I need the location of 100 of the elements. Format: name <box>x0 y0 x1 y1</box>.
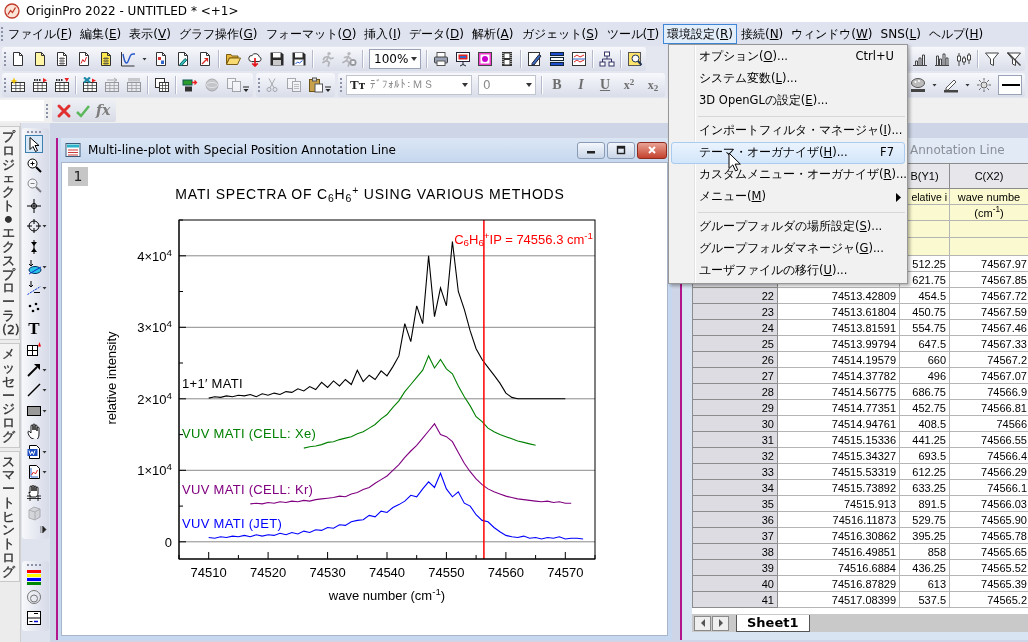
column-header[interactable]: C(X2) <box>949 163 1028 189</box>
word-page-icon[interactable] <box>26 443 42 460</box>
plot-add-icon[interactable] <box>182 77 198 93</box>
sun-icon[interactable] <box>976 77 992 93</box>
hierarchy-icon[interactable] <box>599 51 615 67</box>
floating-bars-icon[interactable] <box>956 51 972 67</box>
scroll-right-button[interactable] <box>712 615 729 631</box>
minimize-button[interactable] <box>577 141 605 159</box>
menu-item[interactable]: グラフ操作(G) <box>174 23 262 45</box>
pen-icon[interactable] <box>943 77 959 93</box>
line-chart-page-icon[interactable] <box>571 51 587 67</box>
sheet-tab[interactable]: Sheet1 <box>736 614 810 632</box>
curve-icon[interactable] <box>120 51 136 67</box>
menu-item[interactable]: グループフォルダの場所設定(S)... <box>671 216 905 238</box>
graph-doc-icon[interactable] <box>26 464 42 481</box>
line-icon[interactable] <box>26 382 42 399</box>
menu-item[interactable]: 編集(E) <box>76 23 126 45</box>
add-column-icon[interactable] <box>10 77 26 93</box>
menu-item[interactable]: 3D OpenGLの設定(E)... <box>671 90 905 112</box>
table-cell: 647.5 <box>899 335 950 352</box>
label-box-icon[interactable] <box>26 609 42 626</box>
stacked-bars-icon[interactable] <box>549 51 565 67</box>
new-page-icon[interactable] <box>10 51 26 67</box>
menu-item[interactable]: 表示(V) <box>125 23 175 45</box>
grid-cross-icon[interactable] <box>82 77 98 93</box>
save-graph-icon[interactable] <box>291 51 307 67</box>
grip-icon[interactable] <box>3 76 7 94</box>
film-strip-icon[interactable] <box>499 51 515 67</box>
grip-icon[interactable] <box>339 76 343 94</box>
clipboard-icon[interactable] <box>308 77 324 93</box>
color-bars-icon[interactable] <box>26 568 42 585</box>
graph-page-icon[interactable] <box>76 51 92 67</box>
filled-page-icon[interactable] <box>32 51 48 67</box>
toolbar-expand-icon[interactable] <box>40 525 47 534</box>
scroll-left-button[interactable] <box>694 615 711 631</box>
grip-icon[interactable] <box>0 25 4 43</box>
save-icon[interactable] <box>269 51 285 67</box>
close-button[interactable] <box>637 141 667 159</box>
zoom-combo[interactable]: 100% <box>369 49 421 69</box>
cloud-download-icon[interactable] <box>247 51 263 67</box>
ellipse-select-icon[interactable] <box>26 259 42 276</box>
cross-icon[interactable] <box>56 102 72 119</box>
numbers-grid-down-icon[interactable] <box>54 77 70 93</box>
zoom-in-icon[interactable] <box>26 156 42 173</box>
filter-icon[interactable] <box>984 51 1000 67</box>
palette-icon[interactable] <box>910 77 926 93</box>
copy-sheets-icon[interactable] <box>154 77 170 93</box>
menu-item[interactable]: 挿入(I) <box>360 23 406 45</box>
hand-grid-icon[interactable] <box>26 484 42 501</box>
menu-item[interactable]: データ(D) <box>405 23 468 45</box>
menu-item[interactable]: インポートフィルタ・マネージャ(I)... <box>671 120 905 142</box>
side-tab[interactable]: メッセージログ <box>0 343 20 448</box>
table-grid-icon[interactable] <box>26 341 42 358</box>
line-select-icon[interactable] <box>26 279 42 296</box>
arrow-icon[interactable] <box>26 361 42 378</box>
line-style-combo[interactable] <box>998 75 1022 95</box>
grip-icon[interactable] <box>45 101 49 120</box>
text-tool-button[interactable]: T <box>26 319 42 338</box>
side-tab[interactable]: スマートヒントログ <box>0 450 20 583</box>
menu-item[interactable]: SNS(L) <box>876 23 925 45</box>
target-icon[interactable] <box>26 218 42 235</box>
printer-icon[interactable] <box>433 51 449 67</box>
arrow-page-icon[interactable] <box>197 51 213 67</box>
side-tab[interactable]: プロジェクト・エクスプローラ (2) <box>0 126 20 341</box>
menu-item[interactable]: 接続(N) <box>736 23 788 45</box>
grouped-bars-icon[interactable] <box>934 51 950 67</box>
menu-item[interactable]: システム変数(L)... <box>671 68 905 90</box>
target-frame-icon[interactable] <box>477 51 493 67</box>
pencil-page-icon[interactable] <box>527 51 543 67</box>
grip-icon[interactable] <box>257 76 261 94</box>
menu-item[interactable]: ヘルプ(H) <box>924 23 988 45</box>
crosshair-icon[interactable] <box>26 197 42 214</box>
spreadsheet-page-icon[interactable] <box>54 51 70 67</box>
layer-button[interactable]: 1 <box>68 167 88 186</box>
menu-item[interactable]: フォーマット(O) <box>261 23 361 45</box>
grip-icon[interactable] <box>26 562 42 567</box>
menu-item[interactable]: ガジェット(S) <box>517 23 603 45</box>
hand-icon[interactable] <box>26 423 42 440</box>
notes-page-icon[interactable] <box>175 51 191 67</box>
grip-icon[interactable] <box>26 130 42 134</box>
open-folder-icon[interactable] <box>225 51 241 67</box>
menu-item[interactable]: 解析(A) <box>467 23 518 45</box>
grid-page-icon[interactable] <box>98 51 114 67</box>
menu-item[interactable]: 環境設定(R) <box>663 23 737 45</box>
presentation-icon[interactable] <box>455 51 471 67</box>
menu-item[interactable]: ファイル(F) <box>4 23 77 45</box>
restore-button[interactable] <box>607 141 635 159</box>
magnifier-page-icon[interactable] <box>627 51 643 67</box>
menu-item[interactable]: ツール(T) <box>602 23 664 45</box>
numbers-grid-icon[interactable] <box>32 77 48 93</box>
menu-item[interactable]: オプション(O)... Ctrl+U <box>671 46 905 68</box>
window-title: Annotation Line <box>910 143 1005 158</box>
table-cell: 537.5 <box>899 591 950 608</box>
menu-item[interactable]: ウィンドウ(W) <box>787 23 877 45</box>
layout-page-icon[interactable] <box>153 51 169 67</box>
clear-filter-icon[interactable] <box>1006 51 1022 67</box>
bar-chart-icon[interactable] <box>912 51 928 67</box>
pointer-icon[interactable] <box>26 136 42 153</box>
grip-icon[interactable] <box>3 50 7 68</box>
table-cell: 613 <box>899 575 950 592</box>
